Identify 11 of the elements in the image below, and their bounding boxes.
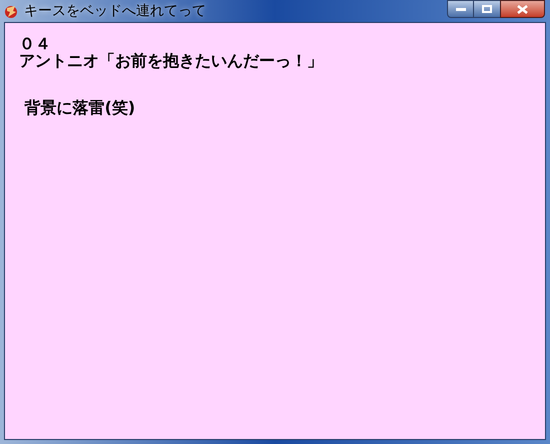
- dialogue-line: ０４: [19, 35, 52, 52]
- app-icon: [3, 3, 19, 19]
- close-button[interactable]: [500, 0, 545, 18]
- dialogue-line: 背景に落雷(笑): [23, 99, 136, 116]
- minimize-button[interactable]: [447, 0, 474, 18]
- close-icon: [517, 4, 528, 14]
- maximize-button[interactable]: [474, 0, 500, 18]
- window-title: キースをベッドへ連れてって: [24, 2, 206, 20]
- minimize-icon: [456, 8, 466, 10]
- dialogue-line: アントニオ「お前を抱きたいんだーっ！」: [19, 52, 324, 69]
- maximize-icon: [482, 5, 492, 13]
